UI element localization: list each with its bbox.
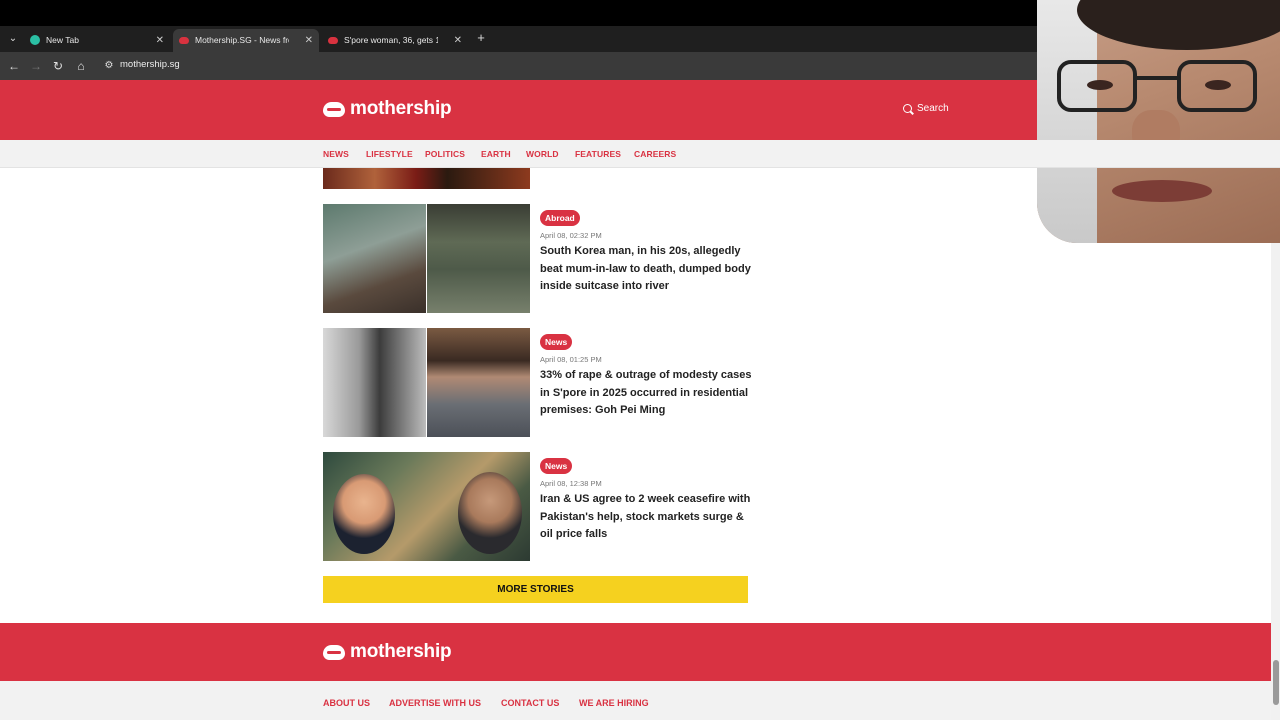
tab-mothership-home[interactable]: Mothership.SG - News from Singapore ✕ <box>173 29 319 52</box>
more-stories-button[interactable]: MORE STORIES <box>323 576 748 603</box>
nav-item-lifestyle[interactable]: LIFESTYLE <box>366 149 413 159</box>
article-thumbnail[interactable] <box>323 452 530 561</box>
webcam-eye <box>1205 80 1231 90</box>
mothership-logo-icon <box>323 101 345 117</box>
back-arrow-icon[interactable]: ← <box>6 57 22 75</box>
mothership-icon <box>328 37 338 44</box>
glasses-bridge <box>1137 76 1177 80</box>
webcam-mouth <box>1112 180 1212 202</box>
category-badge[interactable]: News <box>540 458 573 474</box>
article-date: April 08, 02:32 PM <box>540 231 602 240</box>
photo-leader-right <box>458 472 522 554</box>
tab-title: Mothership.SG - News from Singapore <box>195 35 289 45</box>
article-headline[interactable]: South Korea man, in his 20s, allegedly b… <box>540 243 752 296</box>
footer-link-contact[interactable]: CONTACT US <box>501 698 559 708</box>
article-headline[interactable]: 33% of rape & outrage of modesty cases i… <box>540 367 752 420</box>
article-card[interactable]: Abroad April 08, 02:32 PM South Korea ma… <box>323 204 751 314</box>
category-nav: NEWS LIFESTYLE POLITICS EARTH WORLD FEAT… <box>0 140 1280 168</box>
tab-title: S'pore woman, 36, gets 11 days' jail <box>344 35 438 45</box>
article-date: April 08, 12:38 PM <box>540 479 602 488</box>
search-icon <box>903 104 912 113</box>
search-button[interactable]: Search <box>903 103 949 114</box>
article-thumbnail[interactable] <box>323 204 530 313</box>
webcam-background <box>1037 0 1097 243</box>
photo-bw-figure <box>323 328 426 437</box>
footer-mothership-logo[interactable]: mothership <box>323 641 452 663</box>
reload-icon[interactable]: ↻ <box>50 57 66 75</box>
close-icon[interactable]: ✕ <box>305 29 313 52</box>
new-tab-icon <box>30 35 40 45</box>
site-settings-icon[interactable]: ⚙ <box>102 58 116 74</box>
article-card[interactable]: News April 08, 12:38 PM Iran & US agree … <box>323 452 750 562</box>
footer-link-advertise[interactable]: ADVERTISE WITH US <box>389 698 481 708</box>
scrollbar-thumb[interactable] <box>1273 660 1279 705</box>
article-thumbnail[interactable] <box>323 328 530 437</box>
nav-item-news[interactable]: NEWS <box>323 149 349 159</box>
home-icon[interactable]: ⌂ <box>73 57 89 75</box>
footer-link-hiring[interactable]: WE ARE HIRING <box>579 698 649 708</box>
nav-item-politics[interactable]: POLITICS <box>425 149 465 159</box>
photo-speaker <box>427 328 530 437</box>
photo-street-scene <box>323 204 426 313</box>
close-icon[interactable]: ✕ <box>156 29 164 52</box>
mothership-logo-icon <box>323 644 345 660</box>
tab-article[interactable]: S'pore woman, 36, gets 11 days' jail ✕ <box>322 29 468 52</box>
nav-item-earth[interactable]: EARTH <box>481 149 511 159</box>
photo-river-scene <box>427 204 530 313</box>
webcam-hair <box>1077 0 1280 50</box>
footer-links: ABOUT US ADVERTISE WITH US CONTACT US WE… <box>0 681 1271 720</box>
footer-link-about[interactable]: ABOUT US <box>323 698 370 708</box>
mothership-icon <box>179 37 189 44</box>
tab-title: New Tab <box>46 35 79 45</box>
article-headline[interactable]: Iran & US agree to 2 week ceasefire with… <box>540 491 752 544</box>
category-badge[interactable]: Abroad <box>540 210 580 226</box>
photo-leader-left <box>333 474 395 554</box>
logo-text: mothership <box>350 98 452 119</box>
forward-arrow-icon[interactable]: → <box>28 57 44 75</box>
url-field[interactable]: mothership.sg <box>120 59 180 70</box>
page-scrollbar[interactable] <box>1271 243 1280 720</box>
new-tab-plus-icon[interactable]: + <box>474 29 488 47</box>
search-label: Search <box>917 103 949 114</box>
webcam-eye <box>1087 80 1113 90</box>
logo-text: mothership <box>350 641 452 662</box>
close-icon[interactable]: ✕ <box>454 29 462 52</box>
article-card[interactable]: News April 08, 01:25 PM 33% of rape & ou… <box>323 328 752 438</box>
nav-item-features[interactable]: FEATURES <box>575 149 621 159</box>
category-badge[interactable]: News <box>540 334 573 350</box>
nav-item-careers[interactable]: CAREERS <box>634 149 676 159</box>
tab-search-chevron-icon[interactable]: ⌄ <box>4 30 22 48</box>
site-footer: mothership <box>0 623 1271 681</box>
webcam-overlay <box>1037 0 1280 243</box>
tab-new-tab[interactable]: New Tab ✕ <box>24 29 170 52</box>
article-date: April 08, 01:25 PM <box>540 355 602 364</box>
nav-item-world[interactable]: WORLD <box>526 149 559 159</box>
mothership-logo[interactable]: mothership <box>323 98 452 120</box>
